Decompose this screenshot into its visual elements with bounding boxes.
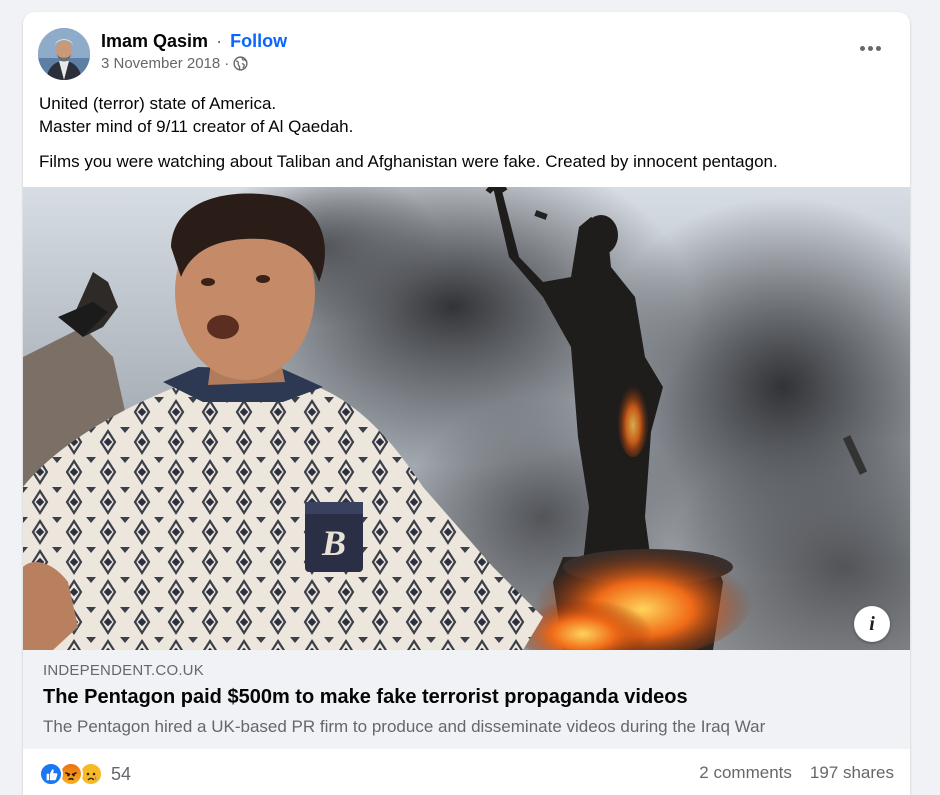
link-image[interactable]: B i — [23, 187, 910, 650]
date-separator: · — [224, 55, 230, 72]
link-preview[interactable]: INDEPENDENT.CO.UK The Pentagon paid $500… — [23, 650, 910, 749]
post-meta: 3 November 2018 · — [101, 55, 248, 72]
author-line: Imam Qasim · Follow — [101, 30, 287, 52]
more-options-icon[interactable] — [852, 36, 888, 60]
more-dot — [867, 45, 873, 51]
author-avatar[interactable] — [38, 28, 90, 80]
name-separator: · — [216, 31, 223, 51]
avatar-portrait — [38, 28, 90, 80]
link-title[interactable]: The Pentagon paid $500m to make fake ter… — [43, 686, 688, 709]
post-date[interactable]: 3 November 2018 — [101, 55, 220, 72]
post-card: Imam Qasim · Follow 3 November 2018 · Un… — [23, 12, 910, 795]
comments-count[interactable]: 2 comments — [699, 763, 792, 783]
post-footer: 54 2 comments 197 shares — [23, 749, 910, 795]
more-dot — [859, 45, 865, 51]
post-text: United (terror) state of America. Master… — [39, 92, 899, 173]
shirt-letter: B — [321, 523, 346, 563]
more-dot — [875, 45, 881, 51]
engagement-stats: 2 comments 197 shares — [699, 763, 894, 783]
like-icon — [39, 762, 63, 786]
globe-icon[interactable] — [233, 56, 248, 71]
link-domain: INDEPENDENT.CO.UK — [43, 662, 204, 679]
news-photo: B — [23, 187, 910, 650]
shares-count[interactable]: 197 shares — [810, 763, 894, 783]
info-icon[interactable]: i — [854, 606, 890, 642]
post-text-line: Films you were watching about Taliban an… — [39, 152, 778, 171]
post-text-line: Master mind of 9/11 creator of Al Qaedah… — [39, 117, 354, 136]
post-text-line: United (terror) state of America. — [39, 94, 277, 113]
link-description: The Pentagon hired a UK-based PR firm to… — [43, 717, 766, 736]
follow-button[interactable]: Follow — [230, 31, 287, 51]
reactions-summary[interactable]: 54 — [39, 762, 131, 786]
post-header: Imam Qasim · Follow 3 November 2018 · — [23, 12, 910, 92]
author-name[interactable]: Imam Qasim — [101, 31, 208, 51]
reaction-count: 54 — [111, 763, 132, 784]
